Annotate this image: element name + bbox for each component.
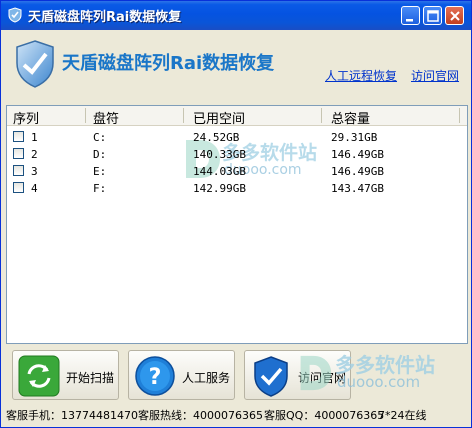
- row-index: 2: [31, 148, 38, 161]
- list-header: 序列 盘符 已用空间 总容量: [7, 106, 467, 127]
- column-header-used[interactable]: 已用空间: [193, 108, 245, 127]
- row-checkbox[interactable]: [13, 165, 24, 176]
- minimize-icon: [406, 19, 413, 22]
- header: 天盾磁盘阵列Rai数据恢复 人工远程恢复 访问官网: [2, 31, 470, 103]
- row-index: 4: [31, 182, 38, 195]
- start-scan-button[interactable]: 开始扫描: [12, 350, 119, 400]
- remote-recovery-link[interactable]: 人工远程恢复: [325, 67, 397, 84]
- close-icon: [450, 11, 460, 21]
- help-icon: ?: [135, 356, 175, 396]
- table-row[interactable]: 1 C: 24.52GB 29.31GB: [7, 129, 467, 145]
- start-scan-label: 开始扫描: [66, 371, 115, 385]
- column-header-total[interactable]: 总容量: [331, 108, 370, 127]
- shield-logo-icon: [16, 40, 54, 88]
- watermark-logo-icon: [300, 355, 332, 391]
- row-total: 146.49GB: [331, 148, 384, 161]
- status-hotline: 客服热线：4000076365: [138, 409, 263, 422]
- maximize-icon: [427, 10, 439, 22]
- row-total: 143.47GB: [331, 182, 384, 195]
- minimize-button[interactable]: [401, 6, 420, 25]
- maximize-button[interactable]: [423, 6, 442, 25]
- app-name: 天盾磁盘阵列Rai数据恢复: [62, 53, 275, 74]
- table-row[interactable]: 4 F: 142.99GB 143.47GB: [7, 180, 467, 196]
- status-qq: 客服QQ：4000076365: [264, 409, 385, 422]
- row-drive: D:: [93, 148, 107, 161]
- row-total: 29.31GB: [331, 131, 378, 144]
- row-used: 144.03GB: [193, 165, 246, 178]
- manual-service-button[interactable]: ? 人工服务: [128, 350, 235, 400]
- row-drive: E:: [93, 165, 107, 178]
- row-used: 24.52GB: [193, 131, 240, 144]
- window-title: 天盾磁盘阵列Rai数据恢复: [28, 10, 182, 25]
- row-index: 1: [31, 131, 38, 144]
- title-bar[interactable]: 天盾磁盘阵列Rai数据恢复: [1, 1, 471, 30]
- close-button[interactable]: [445, 6, 464, 25]
- row-index: 3: [31, 165, 38, 178]
- website-link[interactable]: 访问官网: [411, 67, 459, 84]
- svg-text:?: ?: [149, 365, 162, 390]
- status-bar: 客服手机：13774481470 客服热线：4000076365 客服QQ：40…: [2, 404, 470, 426]
- watermark-domain: duooo.com: [337, 373, 421, 391]
- app-window: 天盾磁盘阵列Rai数据恢复 天盾磁盘阵列Rai数据恢复 人工远程恢复 访问官网: [0, 0, 472, 428]
- action-bar: 开始扫描 ? 人工服务 访问官网 多多软件站 duooo.com: [2, 347, 470, 403]
- manual-service-label: 人工服务: [182, 371, 231, 385]
- table-row[interactable]: 3 E: 144.03GB 146.49GB: [7, 163, 467, 179]
- row-checkbox[interactable]: [13, 182, 24, 193]
- status-phone: 客服手机：13774481470: [6, 409, 138, 422]
- shield-icon: [8, 7, 22, 23]
- row-used: 142.99GB: [193, 182, 246, 195]
- row-checkbox[interactable]: [13, 131, 24, 142]
- column-header-index[interactable]: 序列: [13, 108, 39, 127]
- row-checkbox[interactable]: [13, 148, 24, 159]
- shield-check-icon: [254, 356, 288, 397]
- row-used: 140.33GB: [193, 148, 246, 161]
- table-row[interactable]: 2 D: 140.33GB 146.49GB: [7, 146, 467, 162]
- row-drive: F:: [93, 182, 107, 195]
- refresh-icon: [18, 355, 60, 397]
- status-hours: 7*24在线: [378, 409, 427, 422]
- row-total: 146.49GB: [331, 165, 384, 178]
- column-header-drive[interactable]: 盘符: [93, 108, 119, 127]
- row-drive: C:: [93, 131, 107, 144]
- drive-list[interactable]: 序列 盘符 已用空间 总容量 多多软件站 duooo.com 1 C: 24.5…: [6, 105, 468, 344]
